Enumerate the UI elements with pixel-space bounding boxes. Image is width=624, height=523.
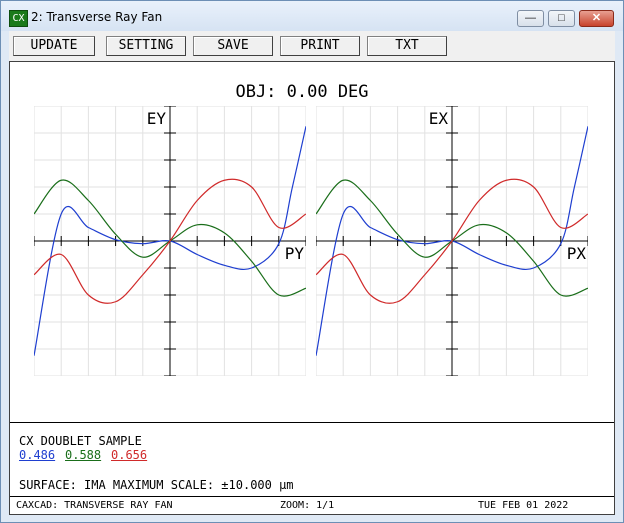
plot-panel: OBJ: 0.00 DEG EY PY EX PX CX DOUBLET SAMPL… xyxy=(9,61,615,515)
app-icon: CX xyxy=(9,10,28,27)
update-button[interactable]: UPDATE xyxy=(13,36,95,56)
status-date: TUE FEB 01 2022 xyxy=(478,500,569,511)
status-bar: CAXCAD: TRANSVERSE RAY FAN ZOOM: 1/1 TUE… xyxy=(10,496,614,515)
save-button[interactable]: SAVE xyxy=(193,36,273,56)
ex-px-chart: EX PX xyxy=(316,106,588,376)
x-axis-label: PY xyxy=(285,244,305,263)
toolbar: UPDATE SETTING SAVE PRINT TXT xyxy=(9,31,615,61)
y-axis-label: EY xyxy=(147,109,167,128)
ray-fan-window: CX 2: Transverse Ray Fan — □ ✕ UPDATE SE… xyxy=(0,0,624,523)
status-zoom: ZOOM: 1/1 xyxy=(280,500,335,511)
ey-py-chart: EY PY xyxy=(34,106,306,376)
close-button[interactable]: ✕ xyxy=(579,10,614,27)
minimize-icon: — xyxy=(525,12,536,24)
close-icon: ✕ xyxy=(591,12,602,24)
setting-button[interactable]: SETTING xyxy=(106,36,186,56)
plot-title: OBJ: 0.00 DEG xyxy=(235,82,369,102)
y-axis-label: EX xyxy=(429,109,449,128)
print-button[interactable]: PRINT xyxy=(280,36,360,56)
title-bar[interactable]: CX 2: Transverse Ray Fan — □ ✕ xyxy=(1,1,623,31)
window-title: 2: Transverse Ray Fan xyxy=(31,10,163,24)
lens-name: CX DOUBLET SAMPLE xyxy=(19,434,142,448)
wavelength-label: 0.486 xyxy=(19,448,56,462)
wavelength-label: 0.656 xyxy=(111,448,148,462)
x-axis-label: PX xyxy=(567,244,587,263)
wavelength-label: 0.588 xyxy=(65,448,102,462)
maximize-icon: □ xyxy=(558,12,565,24)
txt-button[interactable]: TXT xyxy=(367,36,447,56)
maximize-button[interactable]: □ xyxy=(548,10,575,27)
minimize-button[interactable]: — xyxy=(517,10,544,27)
status-app: CAXCAD: TRANSVERSE RAY FAN xyxy=(16,500,173,511)
plot-area: OBJ: 0.00 DEG EY PY EX PX xyxy=(10,62,614,423)
surface-scale-line: SURFACE: IMA MAXIMUM SCALE: ±10.000 µm xyxy=(19,478,294,492)
